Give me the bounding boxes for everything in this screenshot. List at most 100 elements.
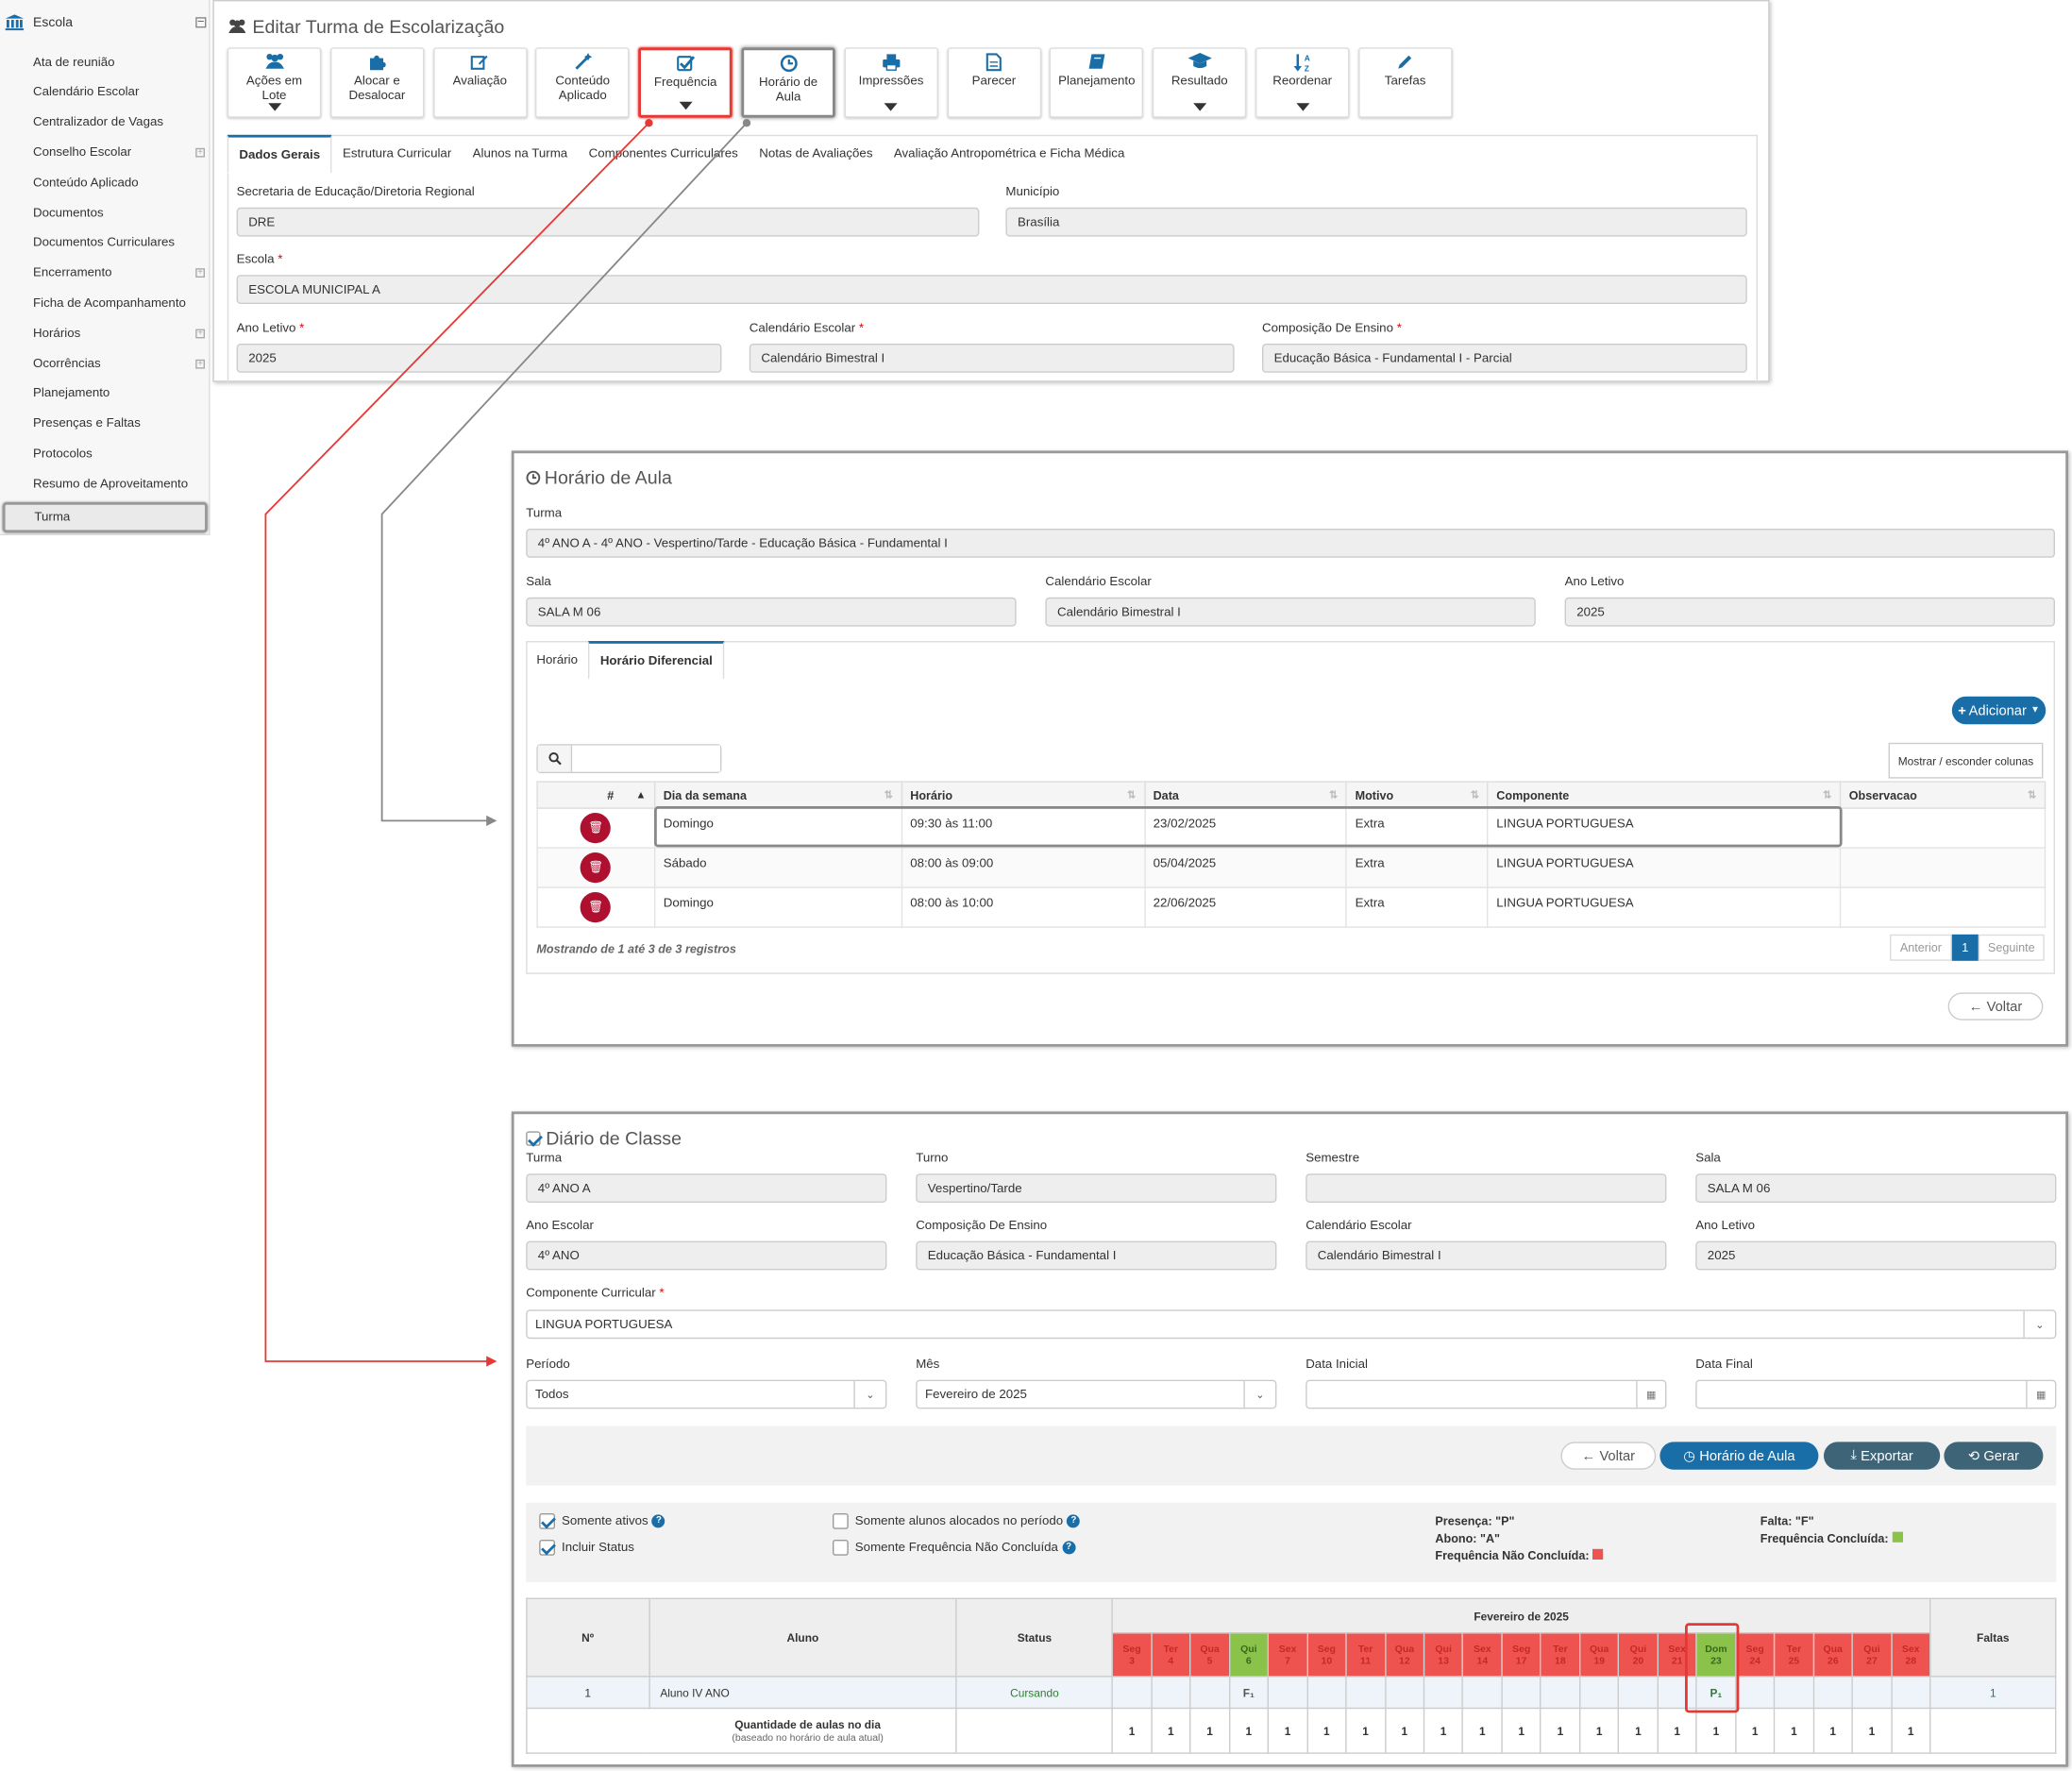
check-alunos-alocados[interactable]: Somente alunos alocados no período?: [833, 1513, 1081, 1529]
mes-select[interactable]: Fevereiro de 2025 ⌄: [916, 1379, 1277, 1409]
semestre-field[interactable]: [1306, 1173, 1667, 1203]
sidebar-item[interactable]: Ocorrências +: [33, 351, 205, 375]
expand-icon[interactable]: +: [195, 268, 205, 278]
pagination-page[interactable]: 1: [1951, 934, 1979, 961]
toolbar-button-impressões[interactable]: Impressões: [844, 47, 938, 118]
sidebar-item[interactable]: Documentos Curriculares: [33, 231, 205, 255]
column-header[interactable]: Dia da semana ⇅: [653, 781, 902, 809]
attendance-cell[interactable]: F₁: [1228, 1676, 1270, 1710]
ano-escolar-field[interactable]: 4º ANO: [526, 1240, 887, 1271]
exportar-button[interactable]: ⤓ Exportar: [1824, 1442, 1941, 1470]
sidebar-item[interactable]: Calendário Escolar: [33, 80, 205, 104]
checkbox[interactable]: [833, 1513, 849, 1529]
attendance-cell[interactable]: [1734, 1676, 1776, 1710]
calendario-field[interactable]: Calendário Bimestral I: [749, 344, 1235, 373]
attendance-cell[interactable]: [1540, 1676, 1581, 1710]
attendance-cell[interactable]: [1189, 1676, 1230, 1710]
table-row[interactable]: 🗑 Sábado 08:00 às 09:00 05/04/2025 Extra LING…: [536, 847, 2047, 888]
toolbar-button-reordenar[interactable]: A Z Reordenar: [1255, 47, 1350, 118]
sidebar-item[interactable]: Conteúdo Aplicado: [33, 171, 205, 194]
attendance-cell[interactable]: [1890, 1676, 1931, 1710]
table-row[interactable]: 🗑 Domingo 08:00 às 10:00 22/06/2025 Extra LIN…: [536, 886, 2047, 928]
sort-icon[interactable]: ⇅: [1823, 788, 1831, 801]
tab-horario[interactable]: Horário: [526, 641, 588, 680]
attendance-cell[interactable]: [1812, 1676, 1854, 1710]
composicao-field[interactable]: Educação Básica - Fundamental I: [916, 1240, 1277, 1271]
trash-icon[interactable]: 🗑: [581, 892, 612, 923]
tab-notas[interactable]: Notas de Avaliações: [749, 135, 884, 174]
sidebar-item[interactable]: Presenças e Faltas: [33, 412, 205, 435]
sort-icon[interactable]: ▲: [635, 788, 646, 801]
sidebar-item[interactable]: Horários +: [33, 321, 205, 345]
search-input[interactable]: [572, 745, 720, 772]
sidebar-item[interactable]: Documentos: [33, 201, 205, 225]
turma-field[interactable]: 4º ANO A - 4º ANO - Vespertino/Tarde - E…: [526, 529, 2056, 558]
sala-field[interactable]: SALA M 06: [1695, 1173, 2057, 1203]
checkbox[interactable]: [539, 1540, 555, 1556]
gerar-button[interactable]: ⟲ Gerar: [1944, 1442, 2044, 1470]
toolbar-button-conteúdo[interactable]: Conteúdo Aplicado: [535, 47, 630, 118]
municipio-field[interactable]: Brasília: [1005, 207, 1747, 237]
sort-icon[interactable]: ⇅: [1471, 788, 1479, 801]
pagination-next[interactable]: Seguinte: [1978, 934, 2045, 961]
attendance-cell[interactable]: [1150, 1676, 1191, 1710]
help-icon[interactable]: ?: [1062, 1541, 1076, 1555]
composicao-field[interactable]: Educação Básica - Fundamental I - Parcia…: [1262, 344, 1747, 373]
column-header[interactable]: Componente ⇅: [1487, 781, 1842, 809]
help-icon[interactable]: ?: [1067, 1514, 1081, 1528]
sidebar-item[interactable]: Ficha de Acompanhamento: [33, 292, 205, 315]
toolbar-button-parecer[interactable]: Parecer: [947, 47, 1041, 118]
voltar-button[interactable]: ← Voltar: [1560, 1442, 1657, 1470]
column-header[interactable]: Motivo ⇅: [1345, 781, 1489, 809]
tab-componentes[interactable]: Componentes Curriculares: [578, 135, 749, 174]
trash-icon[interactable]: 🗑: [581, 852, 612, 884]
attendance-cell[interactable]: [1306, 1676, 1347, 1710]
trash-icon[interactable]: 🗑: [581, 813, 612, 844]
checkbox[interactable]: [539, 1513, 555, 1529]
tab-estrutura[interactable]: Estrutura Curricular: [332, 135, 463, 174]
sidebar-item[interactable]: Encerramento +: [33, 261, 205, 285]
column-header[interactable]: Data ⇅: [1143, 781, 1348, 809]
ano-letivo-field[interactable]: 2025: [1695, 1240, 2057, 1271]
attendance-cell[interactable]: [1423, 1676, 1464, 1710]
tab-dados[interactable]: Dados Gerais: [227, 134, 332, 174]
check-somente-ativos[interactable]: Somente ativos?: [539, 1513, 665, 1529]
toolbar-button-planejamento[interactable]: Planejamento: [1050, 47, 1144, 118]
help-icon[interactable]: ?: [651, 1514, 665, 1528]
horario-aula-button[interactable]: ◷ Horário de Aula: [1659, 1442, 1819, 1470]
toolbar-button-açõesem[interactable]: Ações em Lote: [227, 47, 322, 118]
sidebar-item[interactable]: Ata de reunião: [33, 50, 205, 74]
escola-field[interactable]: ESCOLA MUNICIPAL A: [236, 275, 1747, 304]
sidebar-item[interactable]: Centralizador de Vagas: [33, 110, 205, 134]
tab-avaliação[interactable]: Avaliação Antropométrica e Ficha Médica: [884, 135, 1136, 174]
sort-icon[interactable]: ⇅: [1329, 788, 1338, 801]
sidebar-item[interactable]: Conselho Escolar +: [33, 141, 205, 164]
sidebar-item[interactable]: Resumo de Aproveitamento: [33, 472, 205, 496]
turma-field[interactable]: 4º ANO A: [526, 1173, 887, 1203]
sidebar-item-turma[interactable]: Turma: [2, 502, 208, 533]
attendance-cell[interactable]: [1774, 1676, 1814, 1710]
column-header[interactable]: Horário ⇅: [901, 781, 1146, 809]
voltar-button[interactable]: ← Voltar: [1947, 992, 2044, 1020]
ano-letivo-field[interactable]: 2025: [1564, 597, 2055, 627]
attendance-cell[interactable]: [1267, 1676, 1308, 1710]
turno-field[interactable]: Vespertino/Tarde: [916, 1173, 1277, 1203]
componente-select[interactable]: LINGUA PORTUGUESA ⌄: [526, 1309, 2057, 1340]
collapse-icon[interactable]: −: [195, 15, 207, 28]
attendance-cell[interactable]: [1578, 1676, 1620, 1710]
attendance-cell[interactable]: [1111, 1676, 1153, 1710]
sala-field[interactable]: SALA M 06: [526, 597, 1017, 627]
calendar-icon[interactable]: ▦: [1636, 1381, 1665, 1408]
expand-icon[interactable]: +: [195, 329, 205, 338]
tab-alunos[interactable]: Alunos na Turma: [462, 135, 578, 174]
calendar-icon[interactable]: ▦: [2026, 1381, 2055, 1408]
table-row[interactable]: 🗑 Domingo 09:30 às 11:00 23/02/2025 Extra LIN…: [536, 807, 2047, 849]
toolbar-button-resultado[interactable]: Resultado: [1153, 47, 1247, 118]
attendance-cell[interactable]: [1345, 1676, 1386, 1710]
toolbar-button-horáriode[interactable]: Horário de Aula: [741, 47, 835, 118]
pagination-prev[interactable]: Anterior: [1890, 934, 1952, 961]
attendance-cell[interactable]: [1462, 1676, 1503, 1710]
ano-letivo-field[interactable]: 2025: [236, 344, 722, 373]
check-frequencia-nao-concluida[interactable]: Somente Frequência Não Concluída?: [833, 1540, 1076, 1556]
adicionar-button[interactable]: + Adicionar ▼: [1951, 696, 2047, 725]
